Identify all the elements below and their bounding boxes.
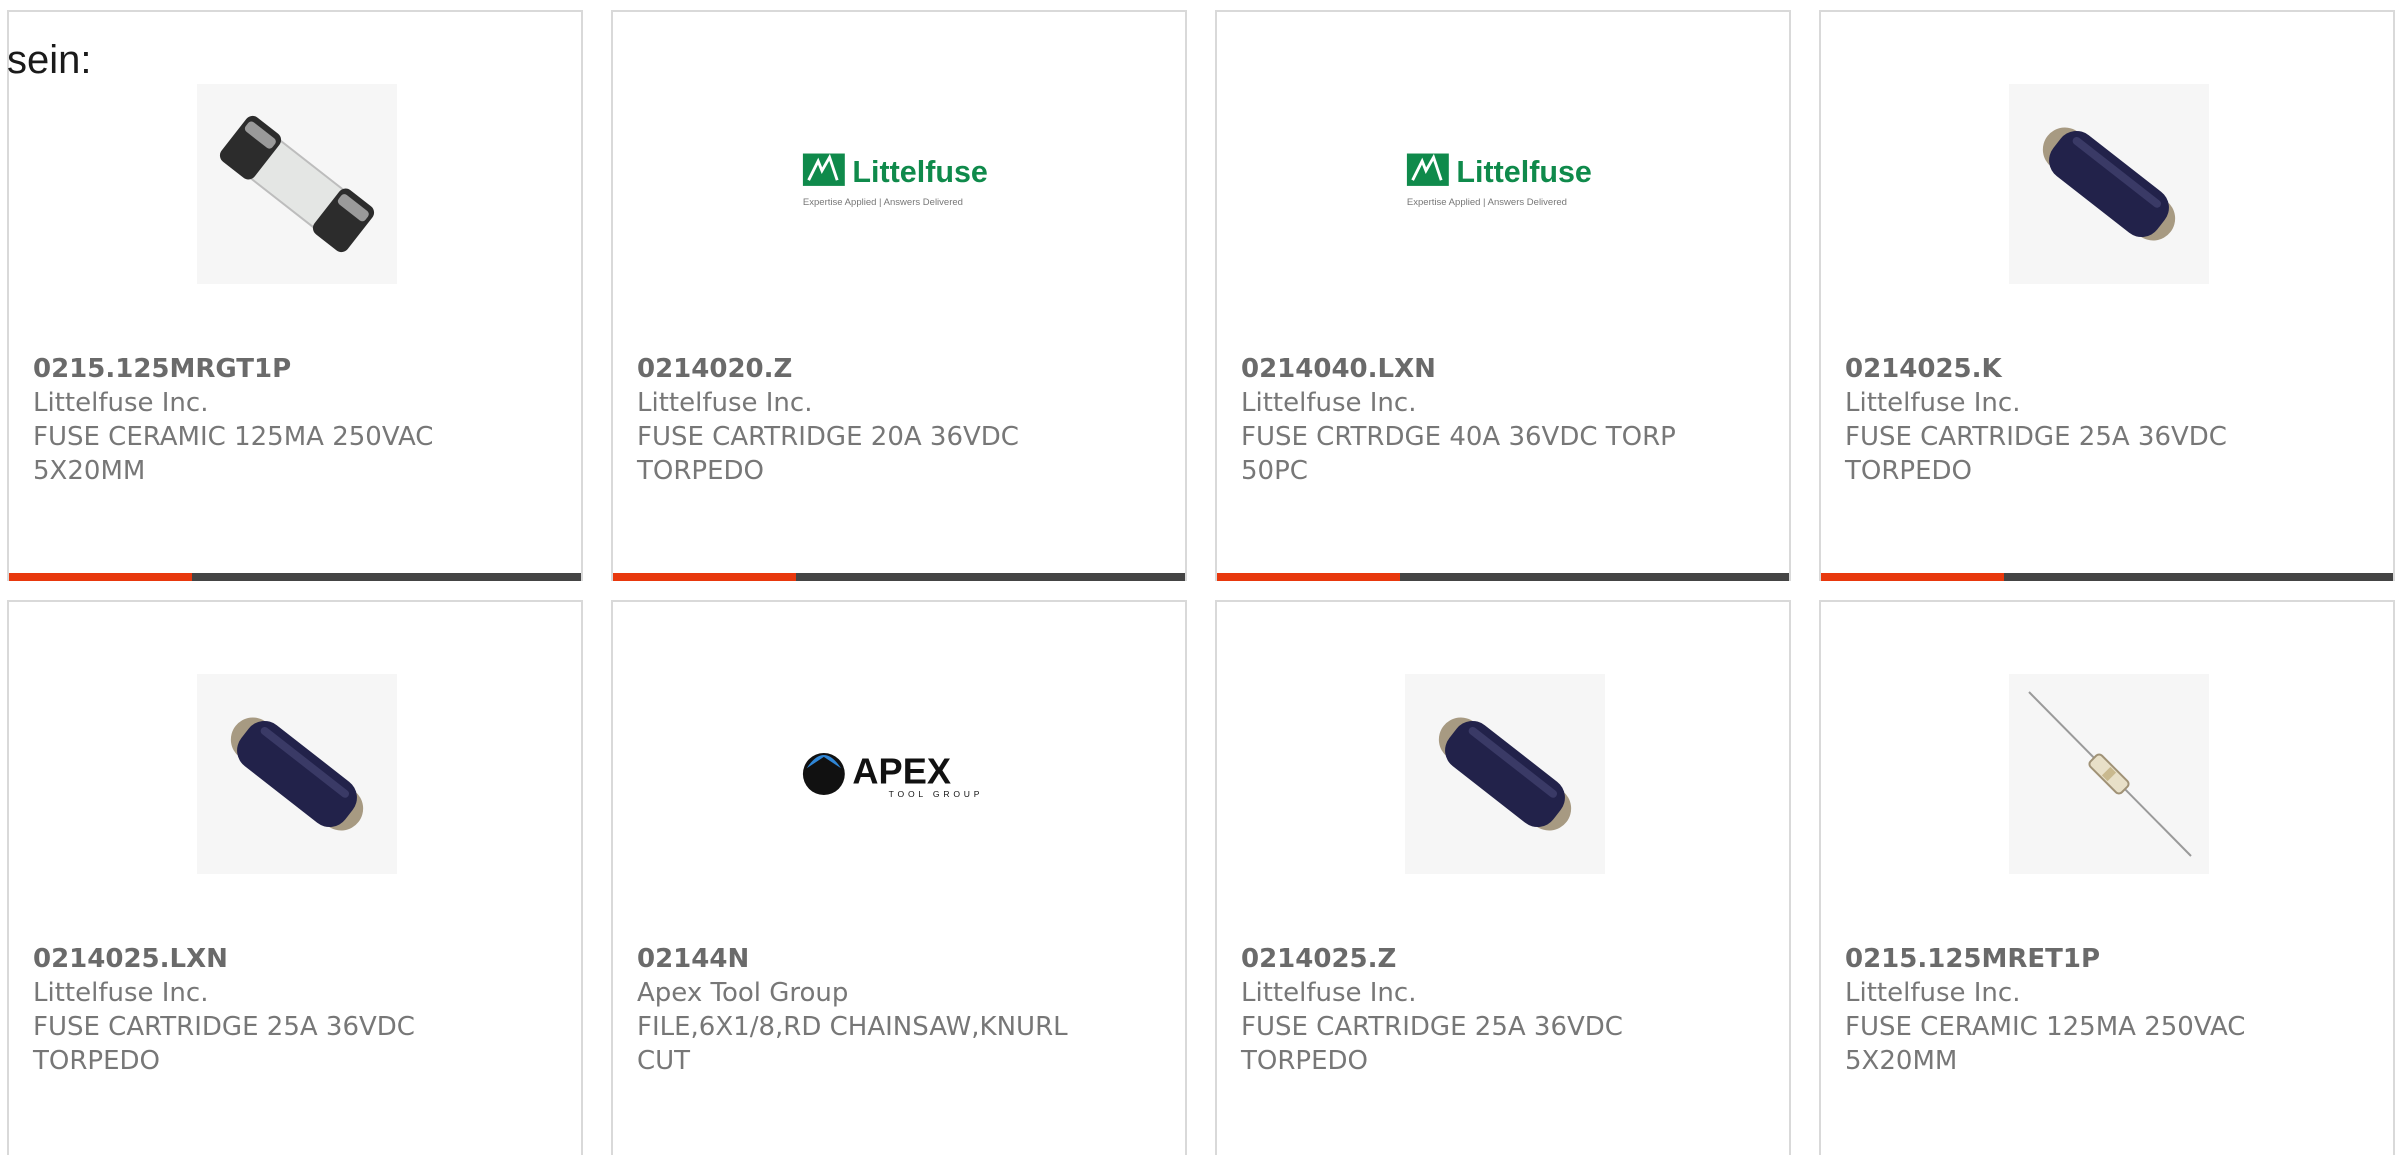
description-line: TORPEDO <box>637 456 765 486</box>
apex-subtitle: TOOL GROUP <box>889 789 984 799</box>
description-line: TORPEDO <box>33 1046 161 1076</box>
card-bottom-bar <box>613 573 1185 581</box>
manufacturer: Littelfuse Inc. <box>1845 388 2021 418</box>
manufacturer: Littelfuse Inc. <box>1241 978 1417 1008</box>
apex-wordmark: APEX <box>852 751 951 792</box>
part-number[interactable]: 0214025.K <box>1845 352 2285 386</box>
manufacturer: Littelfuse Inc. <box>1845 978 2021 1008</box>
part-number[interactable]: 0214020.Z <box>637 352 1077 386</box>
description-line: FUSE CARTRIDGE 25A 36VDC <box>33 1012 415 1042</box>
torpedo-fuse-icon <box>1405 674 1605 874</box>
description-line: 5X20MM <box>33 456 146 486</box>
card-bottom-bar <box>9 573 581 581</box>
description-line: FUSE CARTRIDGE 25A 36VDC <box>1241 1012 1623 1042</box>
product-card[interactable]: Littelfuse Expertise Applied | Answers D… <box>611 10 1187 581</box>
product-card[interactable]: 0215.125MRGT1P Littelfuse Inc. FUSE CERA… <box>7 10 583 581</box>
product-info: 0215.125MRET1P Littelfuse Inc. FUSE CERA… <box>1845 942 2285 1078</box>
description-line: CUT <box>637 1046 691 1076</box>
product-card[interactable]: 0214025.LXN Littelfuse Inc. FUSE CARTRID… <box>7 600 583 1155</box>
description-line: FUSE CERAMIC 125MA 250VAC <box>1845 1012 2246 1042</box>
product-info: 0214025.K Littelfuse Inc. FUSE CARTRIDGE… <box>1845 352 2285 488</box>
apex-logo: APEX TOOL GROUP <box>801 674 1001 874</box>
manufacturer: Littelfuse Inc. <box>1241 388 1417 418</box>
manufacturer: Littelfuse Inc. <box>33 978 209 1008</box>
intro-text: sein: <box>7 38 92 82</box>
part-number[interactable]: 0215.125MRET1P <box>1845 942 2285 976</box>
product-card[interactable]: 0214025.Z Littelfuse Inc. FUSE CARTRIDGE… <box>1215 600 1791 1155</box>
description-line: TORPEDO <box>1845 456 1973 486</box>
description-line: TORPEDO <box>1241 1046 1369 1076</box>
product-info: 0214020.Z Littelfuse Inc. FUSE CARTRIDGE… <box>637 352 1077 488</box>
littelfuse-tagline: Expertise Applied | Answers Delivered <box>1407 197 1567 208</box>
description-line: FUSE CARTRIDGE 20A 36VDC <box>637 422 1019 452</box>
littelfuse-wordmark: Littelfuse <box>1456 155 1591 189</box>
product-info: 0214040.LXN Littelfuse Inc. FUSE CRTRDGE… <box>1241 352 1681 488</box>
torpedo-fuse-icon <box>2009 84 2209 284</box>
description-line: FUSE CARTRIDGE 25A 36VDC <box>1845 422 2227 452</box>
product-card[interactable]: APEX TOOL GROUP 02144N Apex Tool Group F… <box>611 600 1187 1155</box>
card-accent-bar <box>1217 573 1400 581</box>
product-info: 0214025.LXN Littelfuse Inc. FUSE CARTRID… <box>33 942 473 1078</box>
description-line: FUSE CERAMIC 125MA 250VAC <box>33 422 434 452</box>
product-card[interactable]: 0214025.K Littelfuse Inc. FUSE CARTRIDGE… <box>1819 10 2395 581</box>
littelfuse-logo: Littelfuse Expertise Applied | Answers D… <box>1405 84 1605 284</box>
littelfuse-wordmark: Littelfuse <box>852 155 987 189</box>
card-accent-bar <box>9 573 192 581</box>
product-info: 0214025.Z Littelfuse Inc. FUSE CARTRIDGE… <box>1241 942 1681 1078</box>
card-bottom-bar <box>1821 573 2393 581</box>
card-bottom-bar <box>1217 573 1789 581</box>
part-number[interactable]: 02144N <box>637 942 1077 976</box>
card-accent-bar <box>1821 573 2004 581</box>
part-number[interactable]: 0215.125MRGT1P <box>33 352 473 386</box>
description-line: FILE,6X1/8,RD CHAINSAW,KNURL <box>637 1012 1068 1042</box>
torpedo-fuse-icon <box>197 674 397 874</box>
part-number[interactable]: 0214040.LXN <box>1241 352 1681 386</box>
littelfuse-tagline: Expertise Applied | Answers Delivered <box>803 197 963 208</box>
axial-fuse-icon <box>2009 674 2209 874</box>
manufacturer: Apex Tool Group <box>637 978 849 1008</box>
product-info: 02144N Apex Tool Group FILE,6X1/8,RD CHA… <box>637 942 1077 1078</box>
product-card[interactable]: 0215.125MRET1P Littelfuse Inc. FUSE CERA… <box>1819 600 2395 1155</box>
product-grid-page: sein: 0215.125MRGT1P Littelfuse Inc. FUS… <box>0 0 2400 1155</box>
part-number[interactable]: 0214025.LXN <box>33 942 473 976</box>
card-accent-bar <box>613 573 796 581</box>
manufacturer: Littelfuse Inc. <box>637 388 813 418</box>
manufacturer: Littelfuse Inc. <box>33 388 209 418</box>
product-card[interactable]: Littelfuse Expertise Applied | Answers D… <box>1215 10 1791 581</box>
description-line: FUSE CRTRDGE 40A 36VDC TORP <box>1241 422 1676 452</box>
product-info: 0215.125MRGT1P Littelfuse Inc. FUSE CERA… <box>33 352 473 488</box>
ceramic-fuse-icon <box>197 84 397 284</box>
littelfuse-logo: Littelfuse Expertise Applied | Answers D… <box>801 84 1001 284</box>
part-number[interactable]: 0214025.Z <box>1241 942 1681 976</box>
description-line: 5X20MM <box>1845 1046 1958 1076</box>
description-line: 50PC <box>1241 456 1308 486</box>
